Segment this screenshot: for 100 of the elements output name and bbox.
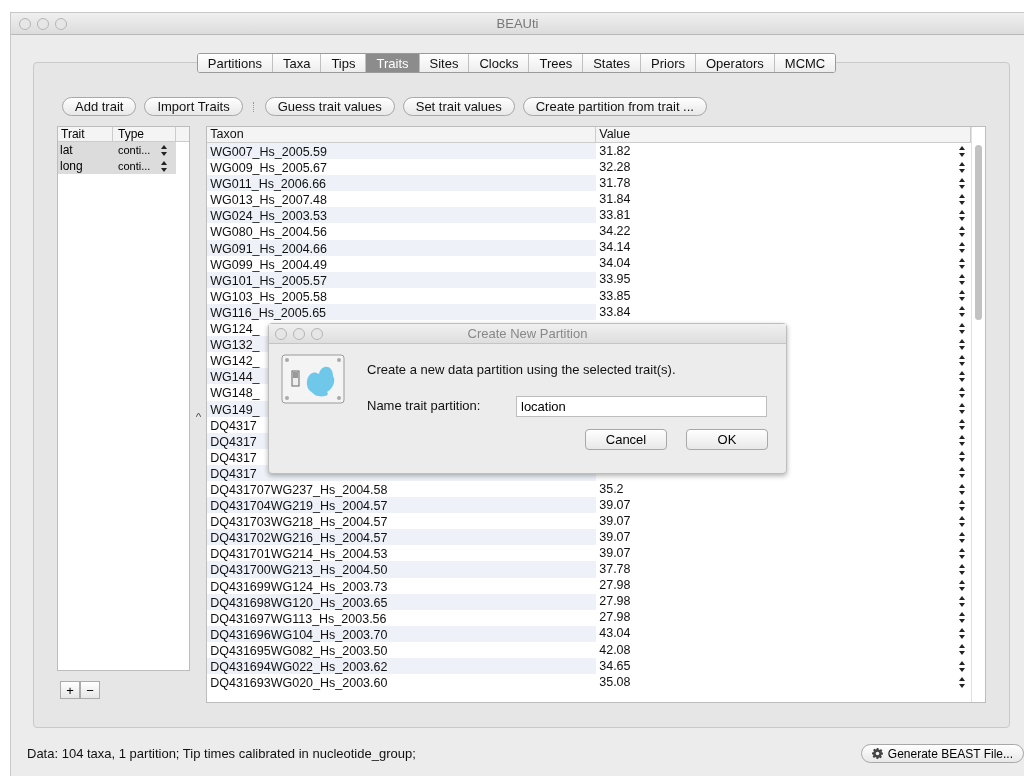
tab[interactable]: Taxa bbox=[272, 54, 322, 72]
dialog-button[interactable]: OK bbox=[686, 428, 768, 450]
tab[interactable]: Priors bbox=[641, 54, 696, 72]
stepper-icon[interactable] bbox=[959, 435, 965, 447]
value-cell: 31.78 bbox=[599, 175, 631, 190]
value-cell: 31.84 bbox=[599, 191, 631, 206]
tab[interactable]: Sites bbox=[419, 54, 470, 72]
value-cell: 27.98 bbox=[599, 594, 631, 609]
taxon-cell: DQ4317 bbox=[210, 418, 257, 433]
trait-row[interactable]: lat conti... bbox=[58, 142, 176, 158]
stepper-icon[interactable] bbox=[959, 628, 965, 640]
toolbar-button[interactable]: Create partition from trait ... bbox=[522, 97, 707, 116]
toolbar-button[interactable]: Guess trait values bbox=[264, 97, 395, 116]
stepper-icon[interactable] bbox=[959, 676, 965, 688]
taxon-cell: DQ431693WG020_Hs_2003.60 bbox=[210, 676, 388, 691]
gear-icon bbox=[871, 748, 883, 760]
stepper-icon[interactable] bbox=[959, 580, 965, 592]
stepper-icon[interactable] bbox=[959, 322, 965, 334]
value-cell: 43.04 bbox=[599, 626, 631, 641]
dialog-title: Create New Partition bbox=[467, 324, 588, 343]
stepper-icon[interactable] bbox=[959, 258, 965, 270]
stepper-icon[interactable] bbox=[959, 274, 965, 286]
stepper-icon[interactable] bbox=[959, 370, 965, 382]
stepper-icon[interactable] bbox=[161, 144, 167, 156]
dialog-message: Create a new data partition using the selected trait(s). bbox=[367, 361, 677, 379]
stepper-icon[interactable] bbox=[959, 242, 965, 254]
stepper-icon[interactable] bbox=[959, 419, 965, 431]
toolbar-button[interactable]: Set trait values bbox=[402, 97, 515, 116]
stepper-icon[interactable] bbox=[959, 547, 965, 559]
taxon-cell: WG024_Hs_2003.53 bbox=[210, 209, 327, 224]
stepper-icon[interactable] bbox=[959, 338, 965, 350]
taxon-cell: WG007_Hs_2005.59 bbox=[210, 145, 327, 159]
stepper-icon[interactable] bbox=[959, 644, 965, 656]
toolbar-button[interactable]: Add trait bbox=[62, 97, 137, 116]
stepper-icon[interactable] bbox=[959, 660, 965, 672]
stepper-icon[interactable] bbox=[959, 145, 965, 157]
taxon-cell: WG142_ bbox=[210, 354, 260, 369]
taxon-cell: WG132_ bbox=[210, 338, 260, 353]
tab[interactable]: MCMC bbox=[774, 54, 836, 72]
value-cell: 35.2 bbox=[599, 481, 624, 496]
value-cell: 39.07 bbox=[599, 546, 631, 560]
stepper-icon[interactable] bbox=[959, 596, 965, 608]
stepper-icon[interactable] bbox=[959, 403, 965, 415]
trait-name: long bbox=[59, 158, 84, 174]
stepper-icon[interactable] bbox=[959, 531, 965, 543]
tab[interactable]: Partitions bbox=[197, 54, 273, 72]
stepper-icon[interactable] bbox=[959, 483, 965, 495]
taxon-cell: DQ431700WG213_Hs_2004.50 bbox=[210, 563, 388, 578]
tab[interactable]: Operators bbox=[696, 54, 775, 72]
stepper-icon[interactable] bbox=[959, 209, 965, 221]
taxon-cell: DQ431696WG104_Hs_2003.70 bbox=[210, 627, 388, 642]
value-cell: 33.85 bbox=[599, 288, 631, 303]
value-cell: 34.22 bbox=[599, 224, 631, 239]
value-cell: 27.98 bbox=[599, 610, 631, 625]
stepper-icon[interactable] bbox=[161, 160, 167, 172]
scrollbar-thumb[interactable] bbox=[975, 145, 982, 320]
stepper-icon[interactable] bbox=[959, 161, 965, 173]
stepper-icon[interactable] bbox=[959, 451, 965, 463]
stepper-icon[interactable] bbox=[959, 499, 965, 511]
generate-button[interactable]: Generate BEAST File... bbox=[860, 744, 1024, 764]
value-cell: 34.65 bbox=[599, 658, 631, 673]
trait-type: conti... bbox=[117, 143, 152, 158]
value-cell: 39.07 bbox=[599, 513, 631, 528]
stepper-icon[interactable] bbox=[959, 515, 965, 527]
stepper-icon[interactable] bbox=[959, 290, 965, 302]
toolbar-button[interactable]: Import Traits bbox=[144, 97, 243, 116]
value-cell: 42.08 bbox=[599, 642, 631, 657]
trait-row[interactable]: long conti... bbox=[58, 158, 176, 174]
stepper-icon[interactable] bbox=[959, 386, 965, 398]
taxon-cell: DQ431701WG214_Hs_2004.53 bbox=[210, 547, 388, 562]
tab[interactable]: Tips bbox=[321, 54, 367, 72]
tab[interactable]: Trees bbox=[529, 54, 584, 72]
list-edit-button[interactable]: − bbox=[80, 681, 100, 699]
stepper-icon[interactable] bbox=[959, 226, 965, 237]
taxon-cell: WG013_Hs_2007.48 bbox=[210, 193, 327, 208]
taxon-cell: WG011_Hs_2006.66 bbox=[210, 177, 327, 192]
taxon-cell: WG116_Hs_2005.65 bbox=[210, 305, 327, 320]
value-cell: 37.78 bbox=[599, 562, 631, 577]
column-header: Trait bbox=[58, 127, 113, 141]
stepper-icon[interactable] bbox=[959, 354, 965, 366]
split-handle-icon[interactable] bbox=[195, 412, 201, 417]
partition-name-field[interactable]: location bbox=[516, 395, 767, 417]
tab[interactable]: States bbox=[583, 54, 642, 72]
stepper-icon[interactable] bbox=[959, 177, 965, 189]
value-cell: 31.82 bbox=[599, 143, 631, 158]
stepper-icon[interactable] bbox=[959, 564, 965, 575]
window-title: BEAUti bbox=[496, 14, 539, 33]
list-edit-button[interactable]: + bbox=[60, 681, 80, 699]
stepper-icon[interactable] bbox=[959, 467, 965, 479]
tab[interactable]: Clocks bbox=[469, 54, 530, 72]
dialog-button[interactable]: Cancel bbox=[585, 428, 667, 450]
value-cell: 35.08 bbox=[599, 674, 631, 689]
value-cell: 33.95 bbox=[599, 272, 631, 287]
value-cell: 39.07 bbox=[599, 529, 631, 544]
stepper-icon[interactable] bbox=[959, 193, 965, 205]
field-label: Name trait partition: bbox=[367, 397, 482, 416]
stepper-icon[interactable] bbox=[959, 306, 965, 318]
taxon-cell: WG080_Hs_2004.56 bbox=[210, 225, 327, 240]
value-cell: 32.28 bbox=[599, 159, 631, 174]
stepper-icon[interactable] bbox=[959, 612, 965, 624]
